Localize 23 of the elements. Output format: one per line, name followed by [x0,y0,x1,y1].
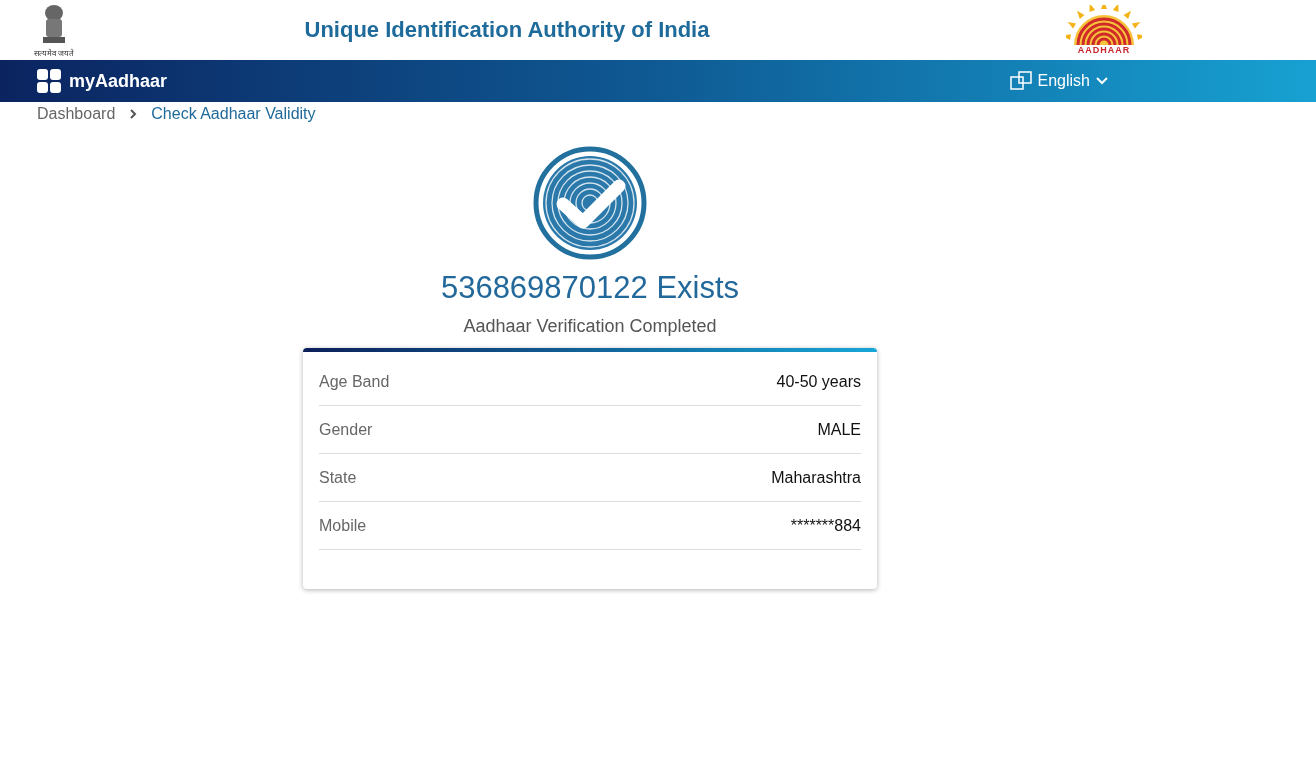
detail-label: Mobile [319,516,367,535]
chevron-down-icon [1096,77,1108,85]
detail-value: *******884 [790,516,861,535]
brand-name: myAadhaar [69,70,168,92]
logo-text: AADHAAR [1077,45,1131,55]
result-heading: 536869870122 Exists [440,270,740,306]
fingerprint-check-icon [533,146,647,260]
detail-value: MALE [817,420,861,439]
detail-value: Maharashtra [771,468,861,487]
chevron-right-icon [129,108,138,120]
detail-label: Gender [319,420,373,439]
emblem-motto: सत्यमेव जयते [33,47,75,58]
language-selector[interactable]: English [1009,71,1108,91]
translate-icon [1009,71,1032,91]
detail-label: Age Band [319,372,390,391]
page-title: Unique Identification Authority of India [303,17,711,43]
sun-fingerprint-logo-icon [1066,5,1142,45]
detail-value: 40-50 years [776,372,861,391]
breadcrumb-link[interactable]: Check Aadhaar Validity [151,105,316,123]
detail-label: State [319,468,357,487]
grid-icon[interactable] [37,69,61,93]
breadcrumb-link[interactable]: Dashboard [37,105,116,123]
result-subtitle: Aadhaar Verification Completed [463,316,717,337]
